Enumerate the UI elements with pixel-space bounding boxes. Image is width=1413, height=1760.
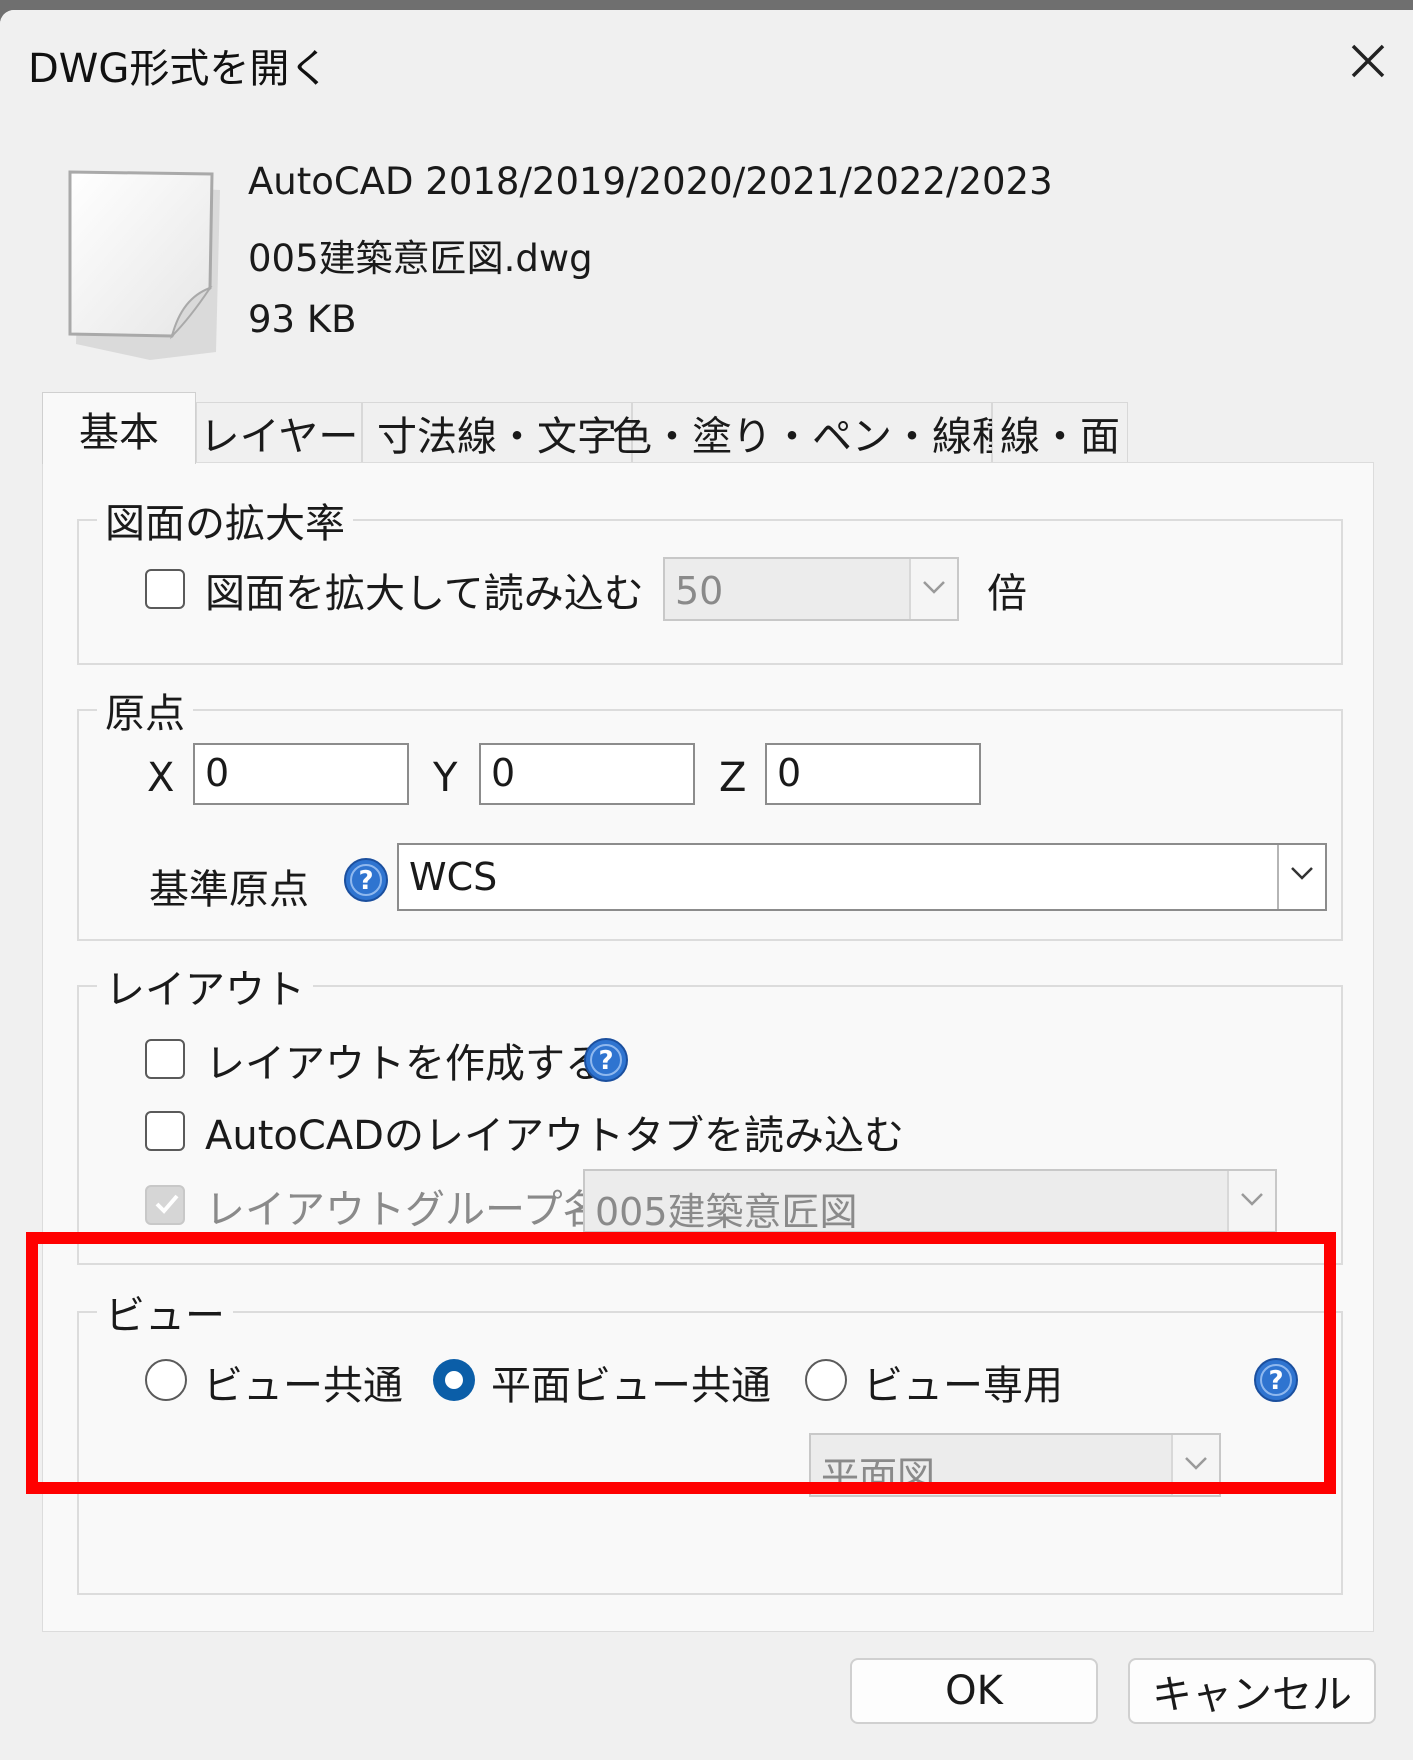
checkmark-icon <box>155 1194 179 1214</box>
view-select[interactable]: 平面図 <box>809 1433 1221 1498</box>
file-name: 005建築意匠図.dwg <box>248 237 593 280</box>
help-icon[interactable]: ? <box>343 857 389 903</box>
radio-view-common-label: ビュー共通 <box>203 1363 403 1409</box>
y-input[interactable]: 0 <box>479 743 695 805</box>
import-layout-tab-label: AutoCADのレイアウトタブを読み込む <box>205 1113 904 1159</box>
origin-group-title: 原点 <box>97 681 193 739</box>
view-select-value: 平面図 <box>821 1454 936 1498</box>
title-bar: DWG形式を開く <box>0 10 1413 118</box>
scale-select[interactable]: 50 <box>663 557 959 621</box>
view-group-title: ビュー <box>97 1283 233 1341</box>
file-size: 93 KB <box>248 298 357 341</box>
dialog-window: DWG形式を開く AutoCAD 2018/2019/2020/2021/202… <box>0 10 1413 1760</box>
help-icon[interactable]: ? <box>583 1037 629 1083</box>
window-title: DWG形式を開く <box>28 46 330 92</box>
base-origin-select[interactable]: WCS <box>397 843 1327 911</box>
svg-text:?: ? <box>598 1046 613 1076</box>
scale-group-title: 図面の拡大率 <box>97 491 353 549</box>
ok-button[interactable]: OK <box>850 1658 1098 1724</box>
close-icon <box>1333 28 1403 92</box>
view-group: ビュー ビュー共通 平面ビュー共通 ビュー専用 ? 平面図 <box>77 1283 1343 1595</box>
chevron-down-icon <box>1227 1171 1275 1231</box>
radio-view-common[interactable] <box>145 1359 187 1401</box>
base-origin-value: WCS <box>409 855 498 899</box>
origin-group: 原点 X 0 Y 0 Z 0 基準原点 ? WCS <box>77 681 1343 941</box>
help-icon[interactable]: ? <box>1253 1357 1299 1403</box>
scale-unit: 倍 <box>987 571 1027 617</box>
layout-group-name-checkbox[interactable] <box>145 1185 185 1225</box>
scale-checkbox[interactable] <box>145 569 185 609</box>
radio-view-dedicated-label: ビュー専用 <box>863 1363 1063 1409</box>
z-input[interactable]: 0 <box>765 743 981 805</box>
y-label: Y <box>433 755 458 801</box>
chevron-down-icon <box>1277 845 1325 909</box>
chevron-down-icon <box>909 559 957 619</box>
tab-color-fill-pen-linetype[interactable]: 色・塗り・ペン・線種 <box>612 402 1012 462</box>
file-icon <box>62 168 222 372</box>
x-label: X <box>147 755 175 801</box>
base-origin-label: 基準原点 <box>149 867 309 913</box>
tab-basic[interactable]: 基本 <box>42 392 196 464</box>
svg-text:?: ? <box>1268 1366 1283 1396</box>
radio-plan-view-common-label: 平面ビュー共通 <box>491 1363 771 1409</box>
create-layout-checkbox[interactable] <box>145 1039 185 1079</box>
layout-group-name-value: 005建築意匠図 <box>595 1190 858 1234</box>
tab-layer[interactable]: レイヤー <box>196 402 362 462</box>
scale-value: 50 <box>675 569 724 613</box>
chevron-down-icon <box>1171 1435 1219 1495</box>
x-input[interactable]: 0 <box>193 743 409 805</box>
svg-text:?: ? <box>358 866 373 896</box>
scale-checkbox-label: 図面を拡大して読み込む <box>205 571 644 617</box>
z-label: Z <box>719 755 747 801</box>
layout-group-title: レイアウト <box>97 957 313 1015</box>
layout-group: レイアウト レイアウトを作成する ? AutoCADのレイアウトタブを読み込む … <box>77 957 1343 1265</box>
close-button[interactable] <box>1333 28 1403 92</box>
scale-group: 図面の拡大率 図面を拡大して読み込む 50 倍 <box>77 491 1343 665</box>
layout-group-name-select[interactable]: 005建築意匠図 <box>583 1169 1277 1234</box>
radio-view-dedicated[interactable] <box>805 1359 847 1401</box>
radio-plan-view-common[interactable] <box>433 1359 475 1401</box>
create-layout-label: レイアウトを作成する <box>205 1041 605 1087</box>
tab-dimension-text[interactable]: 寸法線・文字 <box>362 402 632 462</box>
layout-group-name-label: レイアウトグループ名 <box>205 1187 603 1233</box>
file-format: AutoCAD 2018/2019/2020/2021/2022/2023 <box>248 160 1053 203</box>
tab-line-face[interactable]: 線・面 <box>992 402 1128 462</box>
import-layout-tab-checkbox[interactable] <box>145 1111 185 1151</box>
cancel-button[interactable]: キャンセル <box>1128 1658 1376 1724</box>
tab-panel-basic: 図面の拡大率 図面を拡大して読み込む 50 倍 原点 X 0 Y 0 Z 0 基… <box>42 462 1374 1632</box>
